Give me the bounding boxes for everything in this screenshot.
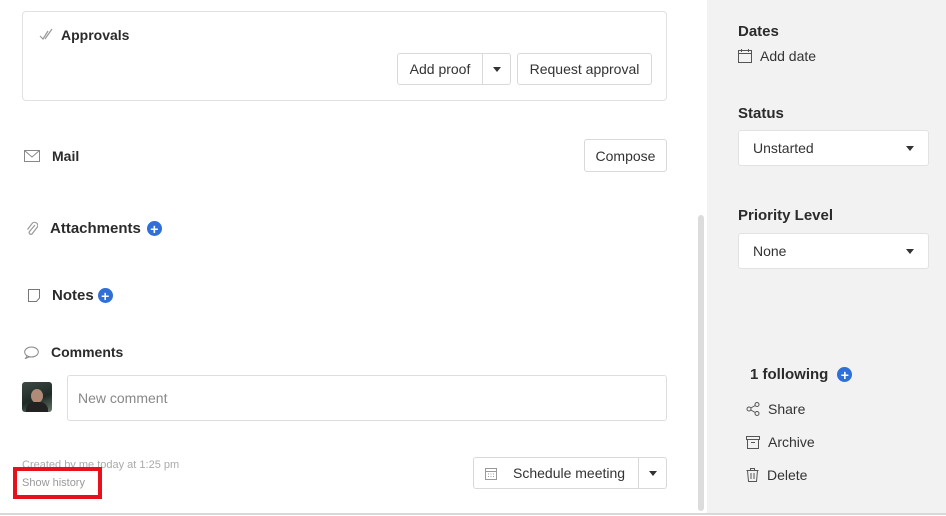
comment-bubble-icon <box>24 346 39 359</box>
main-scrollbar[interactable] <box>698 215 704 511</box>
show-history-link[interactable]: Show history <box>13 467 102 499</box>
share-icon <box>746 402 760 416</box>
approvals-header: Approvals <box>39 27 129 43</box>
archive-icon <box>746 435 760 449</box>
mail-header: Mail <box>24 148 79 164</box>
approvals-title: Approvals <box>61 27 130 43</box>
share-label: Share <box>768 401 806 417</box>
approvals-check-icon <box>39 28 53 42</box>
add-proof-button[interactable]: Add proof <box>398 61 482 77</box>
add-proof-dropdown-toggle[interactable] <box>482 54 510 84</box>
add-date-label: Add date <box>760 48 817 64</box>
calendar-icon <box>738 49 752 63</box>
comments-title: Comments <box>51 344 124 360</box>
chevron-down-icon <box>906 248 914 254</box>
avatar-face <box>31 389 43 403</box>
schedule-meeting-button[interactable]: Schedule meeting <box>474 465 638 481</box>
status-value: Unstarted <box>753 140 814 156</box>
notes-header: Notes + <box>28 287 113 304</box>
delete-link[interactable]: Delete <box>746 467 807 483</box>
calendar-grid-icon <box>485 467 497 480</box>
comments-header: Comments <box>24 344 123 360</box>
note-icon <box>28 289 40 302</box>
add-proof-split-button: Add proof <box>397 53 511 85</box>
trash-icon <box>746 468 759 482</box>
mail-icon <box>24 150 40 162</box>
schedule-meeting-split-button: Schedule meeting <box>473 457 667 489</box>
mail-title: Mail <box>52 148 80 164</box>
priority-level-label: Priority Level <box>738 207 834 224</box>
delete-label: Delete <box>767 467 808 483</box>
following-row[interactable]: 1 following + <box>750 366 853 383</box>
compose-button[interactable]: Compose <box>584 139 667 172</box>
chevron-down-icon <box>906 145 914 151</box>
bottom-divider <box>0 513 946 515</box>
schedule-meeting-label: Schedule meeting <box>513 465 626 481</box>
attachments-header: Attachments + <box>26 220 162 237</box>
add-note-icon[interactable]: + <box>97 288 113 303</box>
paperclip-icon <box>26 221 38 237</box>
status-select[interactable]: Unstarted <box>738 130 929 166</box>
priority-value: None <box>753 243 787 259</box>
request-approval-button[interactable]: Request approval <box>517 53 652 85</box>
new-comment-input[interactable]: New comment <box>67 375 667 421</box>
schedule-meeting-dropdown-toggle[interactable] <box>638 458 666 488</box>
avatar-body <box>26 402 48 412</box>
add-attachment-icon[interactable]: + <box>146 221 162 236</box>
dates-label: Dates <box>738 23 779 40</box>
add-follower-icon[interactable]: + <box>837 367 853 382</box>
attachments-title: Attachments <box>50 220 141 237</box>
task-detail-main: Approvals Add proof Request approval Mai… <box>0 0 707 516</box>
priority-select[interactable]: None <box>738 233 929 269</box>
status-label: Status <box>738 105 784 122</box>
sidebar: Dates Add date Status Unstarted Priority… <box>707 0 946 513</box>
chevron-down-icon <box>648 470 657 476</box>
chevron-down-icon <box>492 66 501 72</box>
share-link[interactable]: Share <box>746 401 805 417</box>
approvals-card: Approvals Add proof Request approval <box>22 11 667 101</box>
notes-title: Notes <box>52 287 94 304</box>
following-label: 1 following <box>750 366 829 383</box>
archive-label: Archive <box>768 434 815 450</box>
add-date-link[interactable]: Add date <box>738 48 816 64</box>
archive-link[interactable]: Archive <box>746 434 815 450</box>
avatar <box>22 382 52 412</box>
